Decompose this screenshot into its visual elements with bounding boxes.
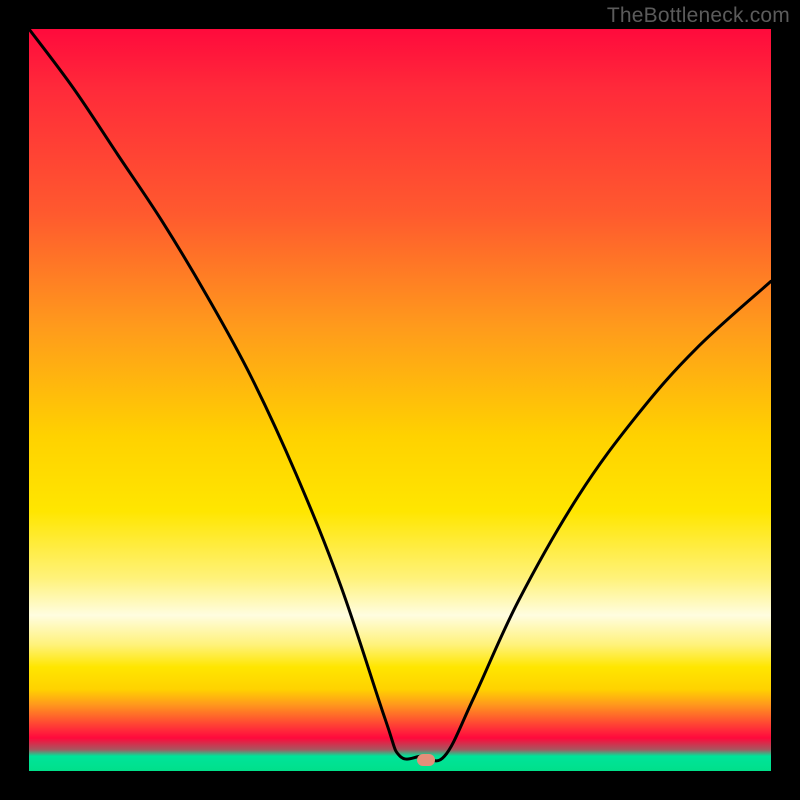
bottleneck-curve bbox=[29, 29, 771, 771]
plot-area bbox=[29, 29, 771, 771]
watermark-text: TheBottleneck.com bbox=[607, 4, 790, 28]
chart-stage: TheBottleneck.com bbox=[0, 0, 800, 800]
optimal-point-marker bbox=[417, 754, 435, 766]
